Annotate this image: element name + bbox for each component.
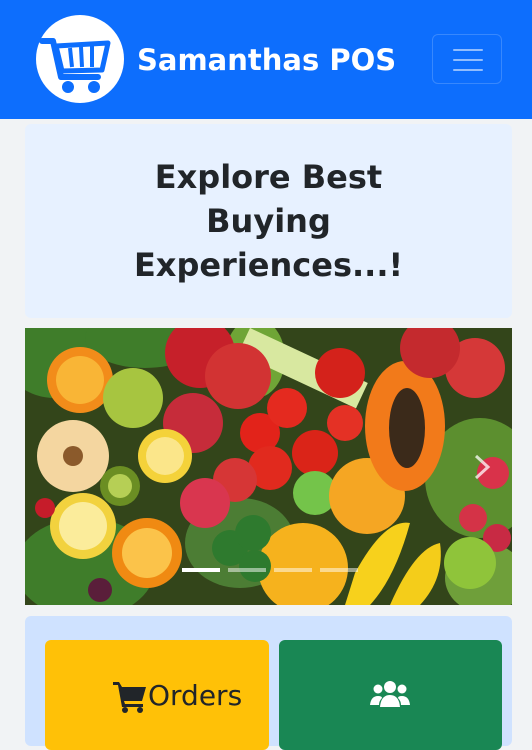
carousel-indicator[interactable] xyxy=(228,568,266,572)
brand-title[interactable]: Samanthas POS xyxy=(137,40,396,80)
customers-card[interactable] xyxy=(279,640,502,750)
shopping-cart-icon xyxy=(113,682,146,713)
hero-banner: Explore Best Buying Experiences...! xyxy=(25,124,512,318)
carousel-indicator[interactable] xyxy=(320,568,358,572)
hamburger-menu-icon[interactable] xyxy=(432,34,502,84)
carousel-indicator[interactable] xyxy=(182,568,220,572)
product-carousel[interactable] xyxy=(25,328,512,605)
orders-card[interactable]: Orders xyxy=(45,640,269,750)
carousel-indicator[interactable] xyxy=(274,568,312,572)
users-icon xyxy=(370,681,410,707)
shopping-cart-logo-icon[interactable] xyxy=(36,15,124,103)
navbar: Samanthas POS xyxy=(0,0,532,119)
dashboard-panel: Orders xyxy=(25,616,512,750)
carousel-image xyxy=(25,328,512,605)
hero-heading: Explore Best Buying Experiences...! xyxy=(133,158,404,284)
chevron-right-icon[interactable] xyxy=(470,452,494,482)
orders-label: Orders xyxy=(148,679,243,712)
